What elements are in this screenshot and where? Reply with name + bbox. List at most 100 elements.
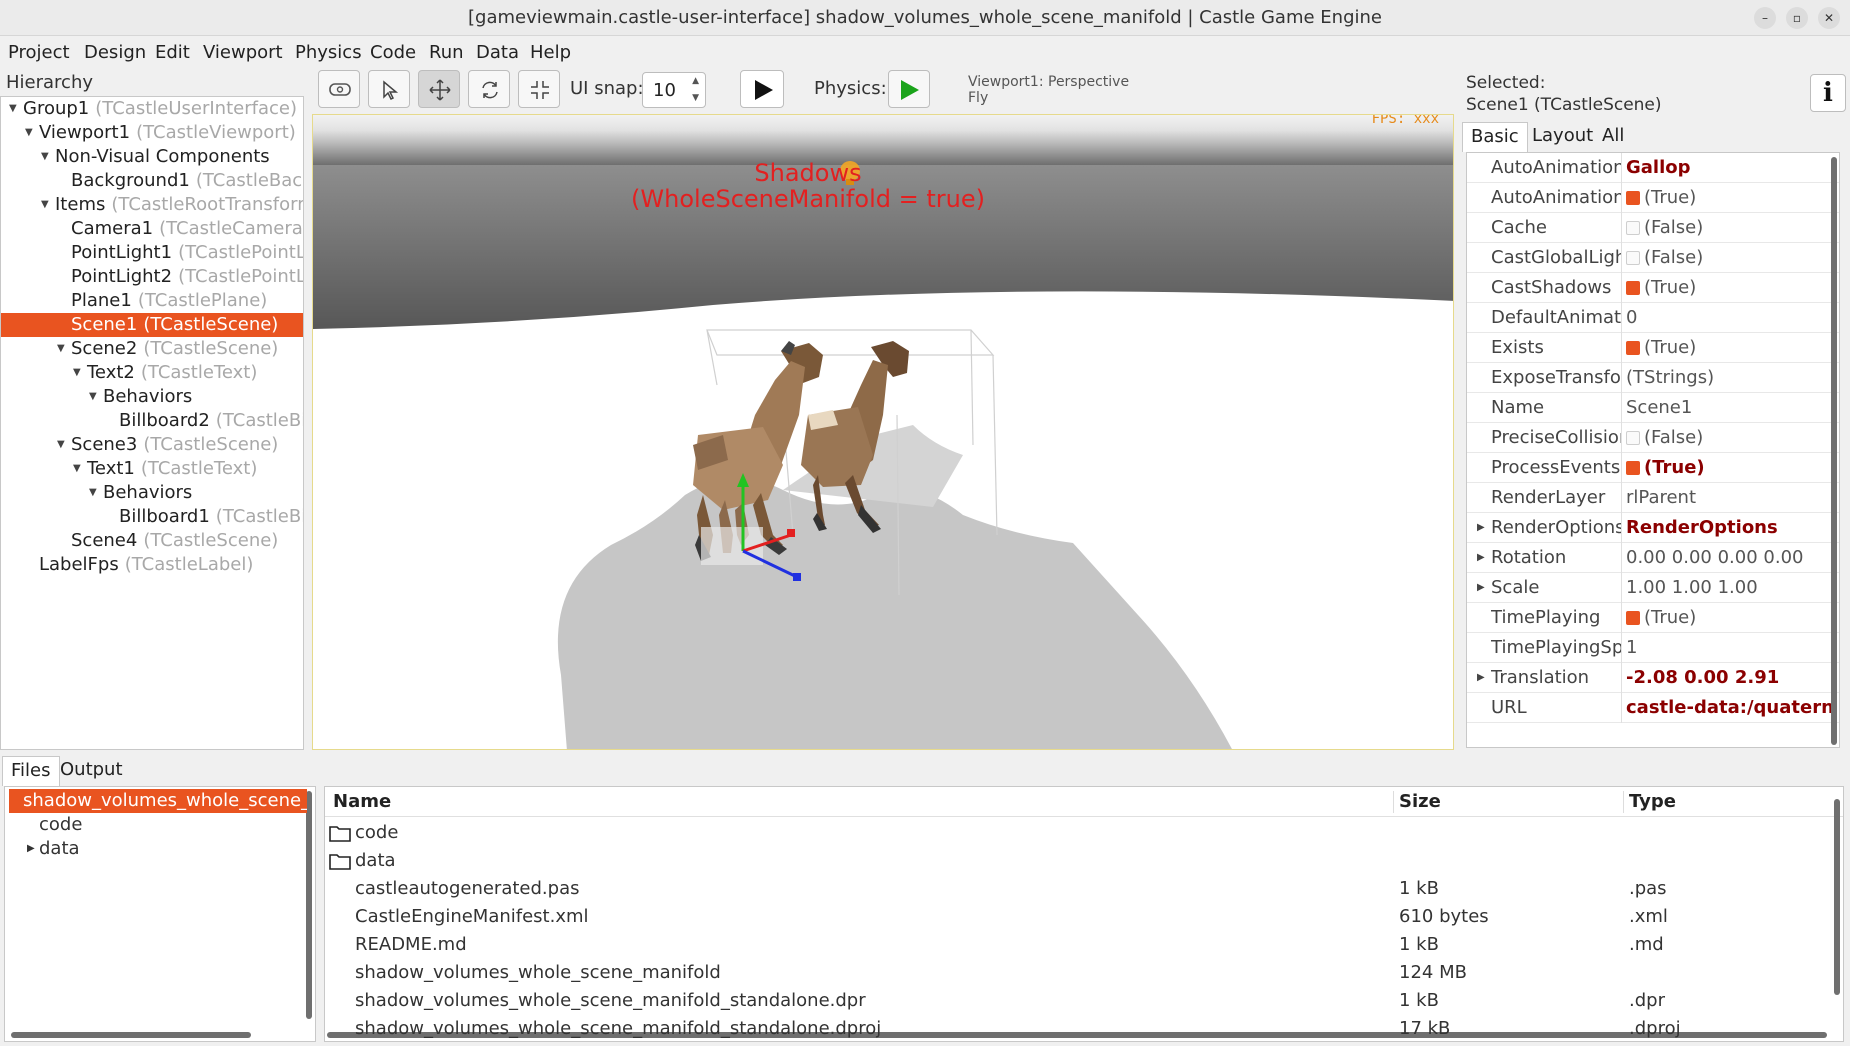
menu-code[interactable]: Code bbox=[370, 42, 416, 63]
files-list[interactable]: Name Size Type code data castleautogenerat… bbox=[324, 786, 1844, 1042]
column-size[interactable]: Size bbox=[1399, 787, 1441, 817]
property-row[interactable]: Cache (False) bbox=[1467, 213, 1839, 243]
expand-arrow-icon[interactable]: ▶ bbox=[1477, 582, 1485, 593]
hierarchy-item[interactable]: ▼ Scene2 (TCastleScene) bbox=[1, 337, 303, 361]
hierarchy-item[interactable]: PointLight1(TCastlePointLight) bbox=[1, 241, 303, 265]
run-button[interactable] bbox=[740, 70, 784, 108]
scale-mode-button[interactable] bbox=[518, 70, 560, 108]
file-row[interactable]: data bbox=[325, 847, 1825, 875]
menu-physics[interactable]: Physics bbox=[295, 42, 362, 63]
property-value[interactable]: (False) bbox=[1621, 423, 1831, 453]
property-value[interactable]: Gallop bbox=[1621, 153, 1831, 183]
property-row[interactable]: TimePlaying (True) bbox=[1467, 603, 1839, 633]
tree-expander-icon[interactable]: ▼ bbox=[57, 344, 67, 354]
property-row[interactable]: ▶ RenderOptions RenderOptions bbox=[1467, 513, 1839, 543]
tab-layout[interactable]: Layout bbox=[1524, 122, 1601, 152]
tree-expander-icon[interactable]: ▼ bbox=[57, 440, 67, 450]
file-row[interactable]: code bbox=[325, 819, 1825, 847]
minimize-button[interactable]: – bbox=[1754, 7, 1776, 29]
hierarchy-item[interactable]: Billboard2(TCastleBillboard) bbox=[1, 409, 303, 433]
hierarchy-tree[interactable]: ▼ Group1 (TCastleUserInterface) ▼ Viewport1(… bbox=[0, 96, 304, 750]
hierarchy-item[interactable]: ▼ Group1 (TCastleUserInterface) bbox=[1, 97, 303, 121]
tree-expander-icon[interactable]: ▼ bbox=[89, 488, 99, 498]
expand-arrow-icon[interactable]: ▶ bbox=[1477, 552, 1485, 563]
tab-files[interactable]: Files bbox=[2, 756, 60, 786]
spin-down-icon[interactable]: ▼ bbox=[692, 93, 699, 103]
property-row[interactable]: AutoAnimation Gallop bbox=[1467, 153, 1839, 183]
physics-play-button[interactable] bbox=[888, 70, 930, 108]
files-list-vscroll[interactable] bbox=[1834, 799, 1840, 995]
file-row[interactable]: shadow_volumes_whole_scene_manifold 124 M… bbox=[325, 959, 1825, 987]
tree-expander-icon[interactable]: ▶ bbox=[27, 837, 35, 861]
tab-output[interactable]: Output bbox=[52, 756, 131, 786]
property-value[interactable]: 0 bbox=[1621, 303, 1831, 333]
property-value[interactable]: -2.08 0.00 2.91 bbox=[1621, 663, 1831, 693]
translate-mode-button[interactable] bbox=[418, 70, 460, 108]
hierarchy-item[interactable]: ▼ Text1 (TCastleText) bbox=[1, 457, 303, 481]
checkbox-checked-icon[interactable] bbox=[1626, 611, 1640, 625]
tree-expander-icon[interactable]: ▼ bbox=[25, 128, 35, 138]
property-value[interactable]: (True) bbox=[1621, 273, 1831, 303]
column-type[interactable]: Type bbox=[1629, 787, 1676, 817]
checkbox-checked-icon[interactable] bbox=[1626, 341, 1640, 355]
spin-up-icon[interactable]: ▲ bbox=[692, 76, 699, 86]
menu-data[interactable]: Data bbox=[476, 42, 519, 63]
menu-viewport[interactable]: Viewport bbox=[203, 42, 283, 63]
menu-design[interactable]: Design bbox=[84, 42, 146, 63]
property-row[interactable]: ▶ Translation -2.08 0.00 2.91 bbox=[1467, 663, 1839, 693]
interact-mode-button[interactable] bbox=[318, 70, 360, 108]
checkbox-unchecked-icon[interactable] bbox=[1626, 251, 1640, 265]
menu-edit[interactable]: Edit bbox=[155, 42, 190, 63]
ui-snap-spin[interactable]: 10 ▲ ▼ bbox=[642, 72, 706, 108]
files-tree-item[interactable]: shadow_volumes_whole_scene_manifold bbox=[9, 789, 307, 813]
property-row[interactable]: AutoAnimationLoop (True) bbox=[1467, 183, 1839, 213]
checkbox-unchecked-icon[interactable] bbox=[1626, 431, 1640, 445]
hierarchy-item[interactable]: ▼ Behaviors bbox=[1, 385, 303, 409]
hierarchy-item[interactable]: ▼ Behaviors bbox=[1, 481, 303, 505]
files-tree-item[interactable]: code bbox=[9, 813, 307, 837]
hierarchy-item[interactable]: ▼ Scene3 (TCastleScene) bbox=[1, 433, 303, 457]
hierarchy-item[interactable]: Scene1 (TCastleScene) bbox=[1, 313, 303, 337]
property-value[interactable]: (TStrings) bbox=[1621, 363, 1831, 393]
expand-arrow-icon[interactable]: ▶ bbox=[1477, 672, 1485, 683]
tree-expander-icon[interactable]: ▼ bbox=[9, 104, 19, 114]
tree-expander-icon[interactable]: ▼ bbox=[89, 392, 99, 402]
property-row[interactable]: CastShadows (True) bbox=[1467, 273, 1839, 303]
property-value[interactable]: (True) bbox=[1621, 183, 1831, 213]
ui-snap-value[interactable]: 10 bbox=[653, 80, 676, 101]
property-value[interactable]: (False) bbox=[1621, 213, 1831, 243]
hierarchy-item[interactable]: Scene4 (TCastleScene) bbox=[1, 529, 303, 553]
property-value[interactable]: RenderOptions bbox=[1621, 513, 1831, 543]
column-divider[interactable] bbox=[1393, 791, 1394, 813]
file-row[interactable]: shadow_volumes_whole_scene_manifold_stan… bbox=[325, 1015, 1825, 1041]
property-value[interactable]: (True) bbox=[1621, 333, 1831, 363]
hierarchy-item[interactable]: ▼ Non-Visual Components bbox=[1, 145, 303, 169]
files-tree[interactable]: shadow_volumes_whole_scene_manifoldcode▶… bbox=[4, 786, 316, 1042]
property-row[interactable]: ExposeTransforms(TStrings) bbox=[1467, 363, 1839, 393]
property-row[interactable]: Name Scene1 bbox=[1467, 393, 1839, 423]
property-row[interactable]: CastGlobalLights (False) bbox=[1467, 243, 1839, 273]
menu-project[interactable]: Project bbox=[8, 42, 70, 63]
file-row[interactable]: CastleEngineManifest.xml 610 bytes .xml bbox=[325, 903, 1825, 931]
property-value[interactable]: (True) bbox=[1621, 453, 1831, 483]
file-row[interactable]: shadow_volumes_whole_scene_manifold_stan… bbox=[325, 987, 1825, 1015]
hierarchy-item[interactable]: ▼ Viewport1 (TCastleViewport) bbox=[1, 121, 303, 145]
property-value[interactable]: castle-data:/quaternius_ bbox=[1621, 693, 1831, 723]
property-row[interactable]: ProcessEvents (True) bbox=[1467, 453, 1839, 483]
checkbox-checked-icon[interactable] bbox=[1626, 191, 1640, 205]
column-name[interactable]: Name bbox=[333, 787, 391, 817]
property-row[interactable]: TimePlayingSpeed1 bbox=[1467, 633, 1839, 663]
property-value[interactable]: (True) bbox=[1621, 603, 1831, 633]
rotate-mode-button[interactable] bbox=[468, 70, 510, 108]
close-button[interactable]: ✕ bbox=[1818, 7, 1840, 29]
property-row[interactable]: URL castle-data:/quaternius_ bbox=[1467, 693, 1839, 723]
property-value[interactable]: 1.00 1.00 1.00 bbox=[1621, 573, 1831, 603]
hierarchy-item[interactable]: Billboard1(TCastleBillboard) bbox=[1, 505, 303, 529]
hierarchy-item[interactable]: ▼ Text2 (TCastleText) bbox=[1, 361, 303, 385]
property-scrollbar[interactable] bbox=[1831, 157, 1837, 745]
select-mode-button[interactable] bbox=[368, 70, 410, 108]
design-viewport[interactable]: FPS: xxx Shadows (WholeSceneManifold = t… bbox=[312, 114, 1454, 750]
property-row[interactable]: ▶ Scale 1.00 1.00 1.00 bbox=[1467, 573, 1839, 603]
property-row[interactable]: PreciseCollisions (False) bbox=[1467, 423, 1839, 453]
property-row[interactable]: ▶ Rotation 0.00 0.00 0.00 0.00 bbox=[1467, 543, 1839, 573]
